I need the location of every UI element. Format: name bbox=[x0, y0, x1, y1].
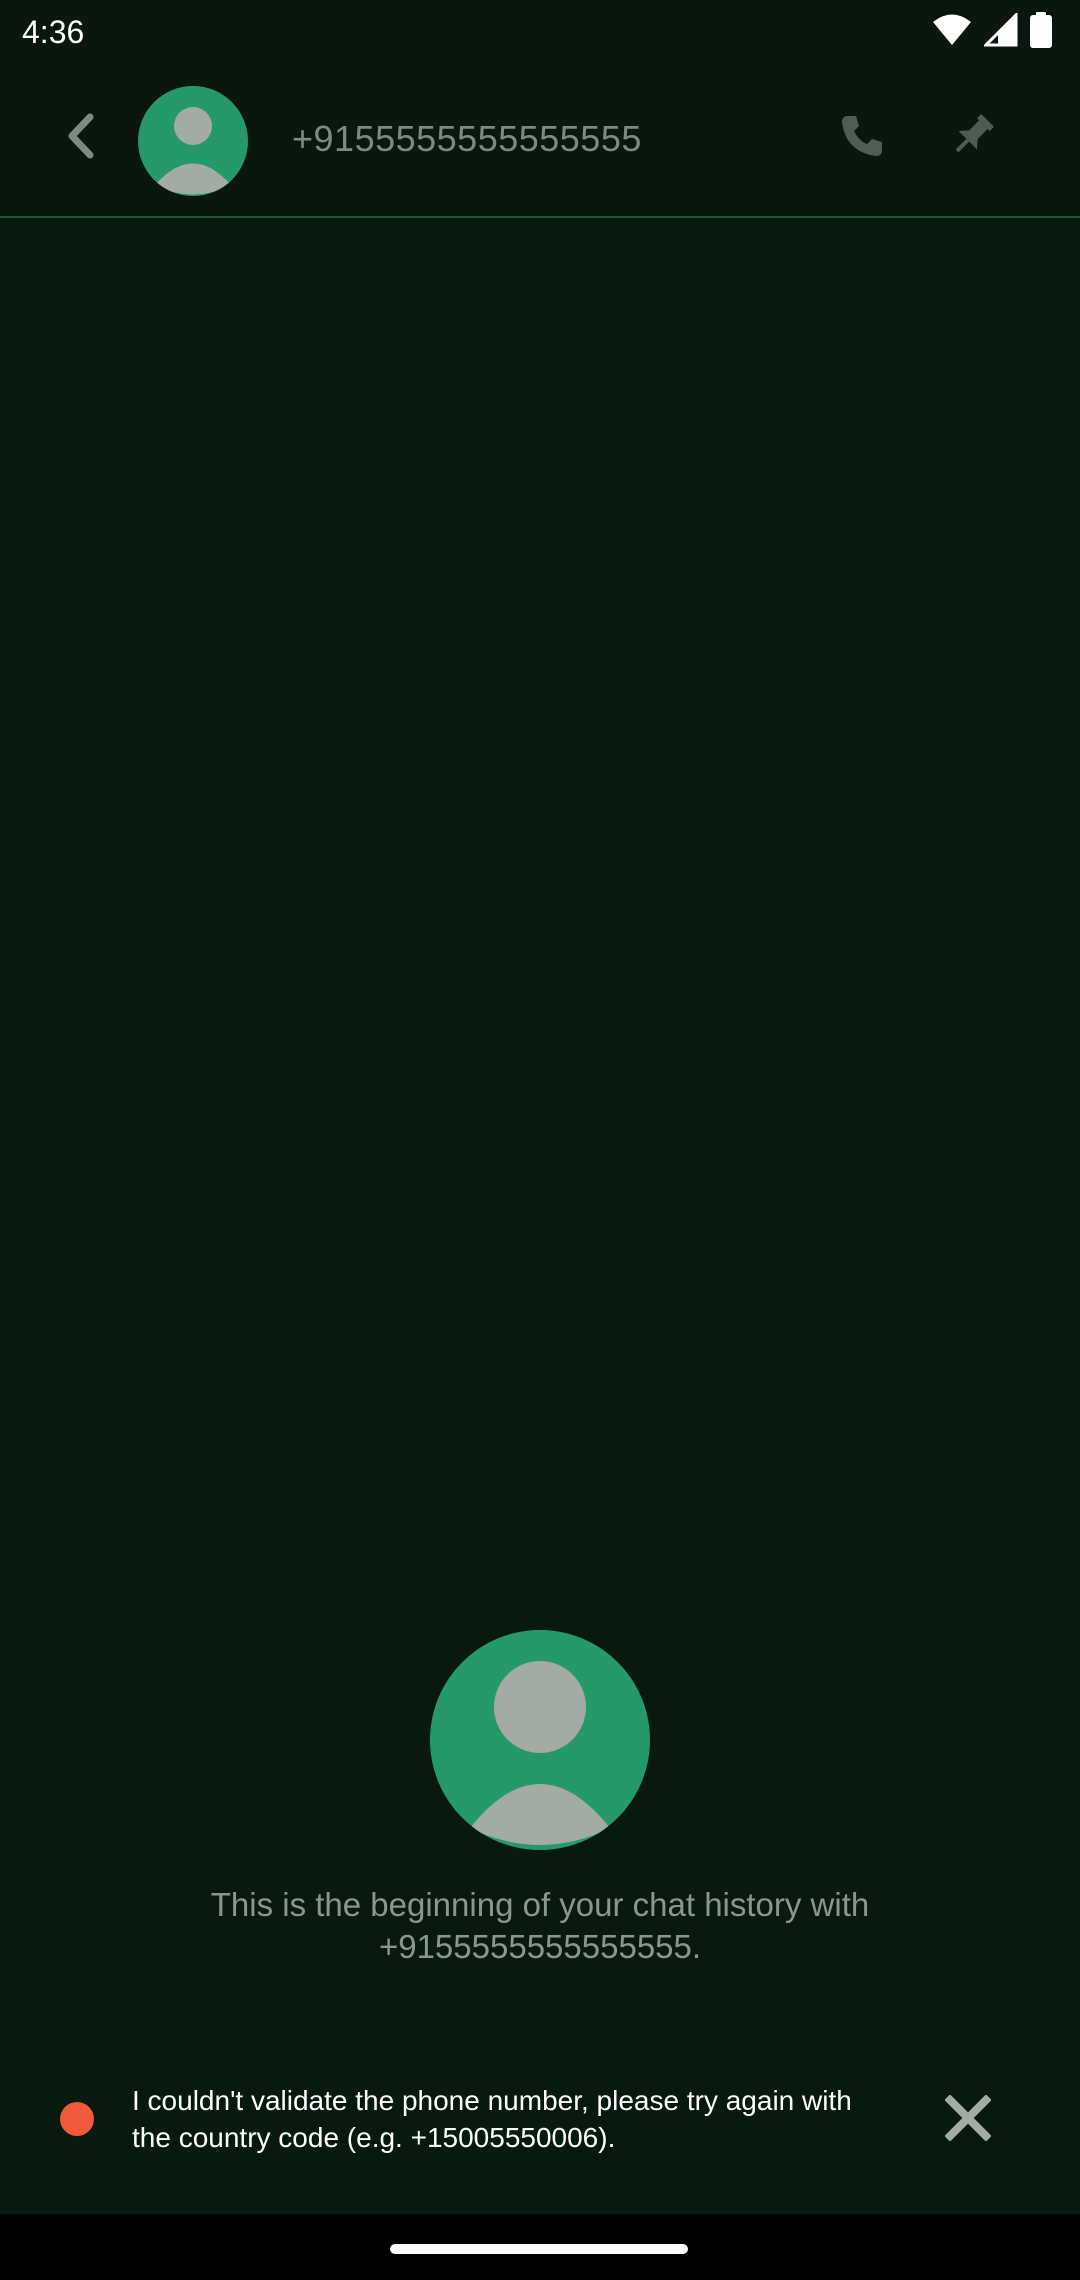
status-icons bbox=[932, 10, 1052, 53]
error-message: I couldn't validate the phone number, pl… bbox=[132, 2085, 852, 2153]
chat-history-intro: This is the beginning of your chat histo… bbox=[100, 1884, 980, 1968]
home-gesture-handle[interactable] bbox=[390, 2244, 688, 2254]
battery-icon bbox=[1030, 11, 1052, 53]
call-button[interactable] bbox=[832, 108, 892, 168]
back-button[interactable] bbox=[50, 108, 110, 168]
pin-button[interactable] bbox=[942, 108, 1002, 168]
status-bar: 4:36 bbox=[0, 0, 1080, 66]
chevron-left-icon bbox=[60, 111, 100, 166]
wifi-icon bbox=[932, 13, 972, 52]
phone-icon bbox=[838, 112, 886, 165]
pin-icon bbox=[947, 111, 997, 166]
close-icon bbox=[944, 2093, 992, 2146]
history-intro-number: +9155555555555555. bbox=[378, 1928, 702, 1965]
chat-screen: 4:36 +9155555555555555 This is the begin… bbox=[0, 0, 1080, 2280]
person-avatar-icon bbox=[138, 107, 248, 196]
contact-title[interactable]: +9155555555555555 bbox=[292, 118, 642, 160]
status-time: 4:36 bbox=[22, 14, 85, 50]
history-intro-line: This is the beginning of your chat histo… bbox=[210, 1886, 870, 1923]
dismiss-error-button[interactable] bbox=[938, 2090, 998, 2150]
error-banner: I couldn't validate the phone number, pl… bbox=[0, 2038, 1080, 2214]
chat-start-avatar bbox=[430, 1630, 650, 1850]
cell-signal-icon bbox=[982, 10, 1018, 52]
error-indicator bbox=[60, 2102, 94, 2136]
contact-avatar[interactable] bbox=[138, 86, 248, 196]
navigation-bar bbox=[0, 2214, 1080, 2280]
top-app-bar: +9155555555555555 bbox=[0, 66, 1080, 218]
